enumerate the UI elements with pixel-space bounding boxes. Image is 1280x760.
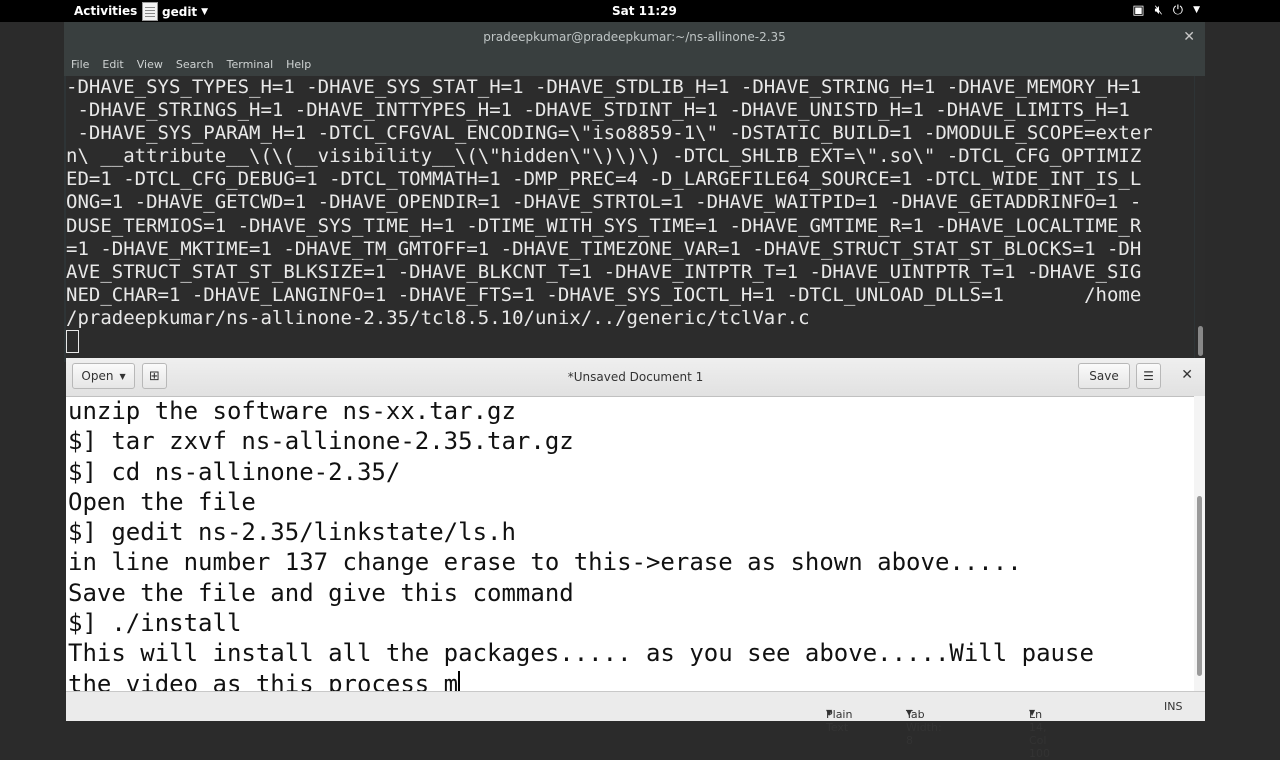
chevron-down-icon: ▼ xyxy=(201,6,209,17)
status-bar: Plain Text ▼ Tab Width: 8 ▼ Ln 14, Col 1… xyxy=(66,691,1205,760)
menu-view[interactable]: View xyxy=(137,58,163,71)
terminal-window: pradeepkumar@pradeepkumar:~/ns-allinone-… xyxy=(64,22,1205,362)
menu-terminal[interactable]: Terminal xyxy=(227,58,274,71)
gedit-headerbar[interactable]: Open ▼ ⊞ *Unsaved Document 1 Save ☰ ✕ xyxy=(66,358,1205,397)
editor-line: Open the file xyxy=(68,487,256,516)
chevron-down-icon: ▼ xyxy=(1029,708,1036,717)
editor-line: unzip the software ns-xx.tar.gz xyxy=(68,397,516,425)
terminal-line: AVE_STRUCT_STAT_ST_BLKSIZE=1 -DHAVE_BLKC… xyxy=(66,260,1142,283)
terminal-line: /pradeepkumar/ns-allinone-2.35/tcl8.5.10… xyxy=(66,306,810,329)
editor-scrollbar[interactable] xyxy=(1194,396,1205,691)
system-tray[interactable]: ▣ 🔇︎ ⏻ ▼ xyxy=(1132,3,1200,18)
activities-button[interactable]: Activities xyxy=(74,4,137,18)
terminal-line: =1 -DHAVE_MKTIME=1 -DHAVE_TM_GMTOFF=1 -D… xyxy=(66,237,1142,260)
chevron-down-icon: ▼ xyxy=(906,708,913,717)
text-editor[interactable]: unzip the software ns-xx.tar.gz $] tar zx… xyxy=(66,396,1194,691)
close-icon[interactable]: ✕ xyxy=(1181,367,1193,383)
editor-line: $] ./install xyxy=(68,609,242,638)
terminal-line: ED=1 -DTCL_CFG_DEBUG=1 -DTCL_TOMMATH=1 -… xyxy=(66,168,1142,191)
terminal-line: NED_CHAR=1 -DHAVE_LANGINFO=1 -DHAVE_FTS=… xyxy=(66,283,1142,306)
clock[interactable]: Sat 11:29 xyxy=(612,4,677,18)
terminal-titlebar[interactable]: pradeepkumar@pradeepkumar:~/ns-allinone-… xyxy=(64,22,1205,52)
scrollbar-thumb[interactable] xyxy=(1197,496,1202,676)
volume-muted-icon[interactable]: 🔇︎ xyxy=(1155,3,1163,18)
menu-file[interactable]: File xyxy=(71,58,89,71)
gedit-window: Open ▼ ⊞ *Unsaved Document 1 Save ☰ ✕ un… xyxy=(66,358,1205,760)
editor-line: This will install all the packages..... … xyxy=(68,639,1094,668)
insert-mode: INS xyxy=(1164,700,1183,713)
terminal-line: n\ __attribute__\(\(__visibility__\(\"hi… xyxy=(66,145,1142,168)
menu-help[interactable]: Help xyxy=(286,58,311,71)
top-bar: Activities gedit ▼ Sat 11:29 ▣ 🔇︎ ⏻ ▼ xyxy=(0,0,1280,22)
editor-line: $] tar zxvf ns-allinone-2.35.tar.gz xyxy=(68,427,574,456)
text-caret xyxy=(458,670,461,691)
app-menu[interactable]: gedit ▼ xyxy=(142,2,208,21)
editor-line: $] gedit ns-2.35/linkstate/ls.h xyxy=(68,518,516,547)
terminal-title: pradeepkumar@pradeepkumar:~/ns-allinone-… xyxy=(483,30,786,44)
editor-line: in line number 137 change erase to this-… xyxy=(68,548,1022,577)
scrollbar-thumb[interactable] xyxy=(1198,326,1203,356)
close-icon[interactable]: ✕ xyxy=(1183,22,1195,52)
save-button-label: Save xyxy=(1089,369,1119,383)
terminal-output[interactable]: -DHAVE_SYS_TYPES_H=1 -DHAVE_SYS_STAT_H=1… xyxy=(66,76,1194,362)
screen-icon[interactable]: ▣ xyxy=(1132,3,1144,18)
gedit-app-icon xyxy=(142,2,158,21)
terminal-menubar: File Edit View Search Terminal Help xyxy=(64,52,1205,76)
app-menu-label: gedit xyxy=(162,4,198,19)
terminal-line: -DHAVE_STRINGS_H=1 -DHAVE_INTTYPES_H=1 -… xyxy=(66,99,1130,122)
terminal-line: -DHAVE_SYS_PARAM_H=1 -DTCL_CFGVAL_ENCODI… xyxy=(66,122,1153,145)
chevron-down-icon: ▼ xyxy=(826,708,833,717)
hamburger-menu-icon: ☰ xyxy=(1143,369,1154,383)
terminal-line: -DHAVE_SYS_TYPES_H=1 -DHAVE_SYS_STAT_H=1… xyxy=(66,76,1142,98)
chevron-down-icon[interactable]: ▼ xyxy=(1193,3,1200,18)
menu-button[interactable]: ☰ xyxy=(1136,363,1161,389)
power-icon[interactable]: ⏻ xyxy=(1173,3,1183,18)
terminal-scrollbar[interactable] xyxy=(1195,76,1205,362)
document-title: *Unsaved Document 1 xyxy=(567,370,704,384)
terminal-line: ONG=1 -DHAVE_GETCWD=1 -DHAVE_OPENDIR=1 -… xyxy=(66,191,1142,214)
menu-search[interactable]: Search xyxy=(176,58,214,71)
editor-line: Save the file and give this command xyxy=(68,578,574,607)
terminal-line: DUSE_TERMIOS=1 -DHAVE_SYS_TIME_H=1 -DTIM… xyxy=(66,214,1142,237)
editor-line: the video as this process m xyxy=(68,669,459,691)
terminal-cursor xyxy=(66,330,79,354)
menu-edit[interactable]: Edit xyxy=(102,58,123,71)
editor-line: $] cd ns-allinone-2.35/ xyxy=(68,457,401,486)
save-button[interactable]: Save xyxy=(1078,363,1130,389)
